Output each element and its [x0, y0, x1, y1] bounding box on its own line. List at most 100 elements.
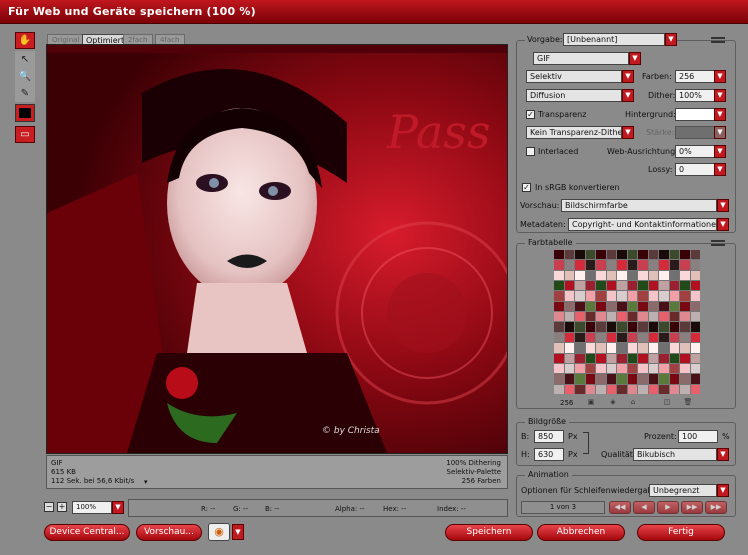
color-swatch[interactable]: [627, 301, 637, 312]
tab-original[interactable]: Original: [47, 34, 85, 44]
color-swatch[interactable]: [627, 270, 637, 281]
color-table-menu-icon[interactable]: [711, 240, 725, 246]
color-swatch[interactable]: [606, 260, 616, 270]
play-icon[interactable]: ▶: [657, 501, 679, 514]
color-swatch[interactable]: [617, 260, 627, 270]
color-swatch[interactable]: [596, 343, 606, 353]
color-swatch[interactable]: [617, 363, 627, 374]
device-central-button[interactable]: Device Central...: [44, 524, 130, 541]
color-swatch[interactable]: [596, 250, 606, 260]
color-swatch[interactable]: [596, 374, 606, 384]
color-swatch[interactable]: [564, 281, 574, 291]
color-swatch[interactable]: [690, 343, 700, 353]
color-swatch[interactable]: [564, 322, 574, 332]
lossy-field[interactable]: 0: [675, 163, 715, 176]
color-swatch[interactable]: [680, 281, 690, 291]
colors-dropdown-icon[interactable]: ▼: [714, 70, 726, 83]
color-swatch[interactable]: [659, 291, 669, 301]
color-swatch[interactable]: [585, 281, 595, 291]
color-swatch[interactable]: [554, 322, 564, 332]
height-field[interactable]: 630: [534, 448, 564, 461]
color-swatch[interactable]: [669, 291, 679, 301]
color-swatch[interactable]: [680, 384, 690, 394]
color-swatch[interactable]: [554, 281, 564, 291]
last-frame-icon[interactable]: ▶▶: [705, 501, 727, 514]
color-swatch[interactable]: [606, 363, 616, 374]
color-swatch[interactable]: [680, 291, 690, 301]
color-swatch[interactable]: [669, 260, 679, 270]
color-swatch[interactable]: [606, 291, 616, 301]
color-swatch[interactable]: [690, 281, 700, 291]
color-swatch[interactable]: [638, 374, 648, 384]
color-swatch[interactable]: [659, 343, 669, 353]
color-swatch[interactable]: [585, 291, 595, 301]
color-swatch[interactable]: [564, 250, 574, 260]
color-swatch[interactable]: [638, 291, 648, 301]
color-swatch[interactable]: [648, 322, 658, 332]
color-swatch[interactable]: [659, 322, 669, 332]
color-swatch[interactable]: [575, 353, 585, 363]
preview-button[interactable]: Vorschau...: [136, 524, 202, 541]
color-swatch[interactable]: [585, 312, 595, 322]
color-swatch[interactable]: [638, 260, 648, 270]
quality-dropdown-icon[interactable]: ▼: [717, 448, 729, 461]
eyedropper-tool-icon[interactable]: ✎: [15, 85, 35, 102]
color-swatch[interactable]: [596, 260, 606, 270]
color-swatch[interactable]: [648, 332, 658, 343]
lossy-dropdown-icon[interactable]: ▼: [714, 163, 726, 176]
color-swatch[interactable]: [690, 291, 700, 301]
color-swatch[interactable]: [648, 301, 658, 312]
preview-mode-select[interactable]: Bildschirmfarbe: [561, 199, 717, 212]
color-swatch[interactable]: [554, 363, 564, 374]
color-swatch[interactable]: [648, 343, 658, 353]
color-swatch[interactable]: [669, 332, 679, 343]
color-swatch[interactable]: [627, 384, 637, 394]
color-swatch[interactable]: [648, 250, 658, 260]
color-swatch[interactable]: [606, 353, 616, 363]
color-swatch[interactable]: [617, 322, 627, 332]
color-swatch[interactable]: [606, 384, 616, 394]
color-swatch[interactable]: [554, 260, 564, 270]
color-swatch[interactable]: [575, 250, 585, 260]
color-swatch[interactable]: [690, 332, 700, 343]
color-swatch[interactable]: [554, 291, 564, 301]
color-swatch[interactable]: [648, 260, 658, 270]
color-swatch[interactable]: [596, 322, 606, 332]
color-swatch[interactable]: [606, 312, 616, 322]
percent-field[interactable]: 100: [678, 430, 718, 443]
download-speed-menu-icon[interactable]: ▾: [144, 478, 148, 486]
color-swatch[interactable]: [680, 353, 690, 363]
color-swatch[interactable]: [564, 312, 574, 322]
color-swatch[interactable]: [690, 353, 700, 363]
title-bar[interactable]: Für Web und Geräte speichern (100 %): [0, 0, 748, 24]
color-swatch[interactable]: [659, 281, 669, 291]
color-swatch[interactable]: [596, 332, 606, 343]
color-swatch[interactable]: [638, 250, 648, 260]
color-swatch[interactable]: [596, 312, 606, 322]
color-swatch[interactable]: [680, 250, 690, 260]
color-swatch[interactable]: [554, 374, 564, 384]
color-swatch[interactable]: [617, 270, 627, 281]
color-swatch[interactable]: [617, 301, 627, 312]
color-swatch[interactable]: [575, 312, 585, 322]
matte-dropdown-icon[interactable]: ▼: [714, 108, 726, 121]
color-swatch[interactable]: [659, 353, 669, 363]
color-swatch[interactable]: [669, 374, 679, 384]
delete-color-icon[interactable]: 🗑: [683, 397, 693, 407]
browser-icon[interactable]: ◉: [208, 523, 230, 541]
color-swatch[interactable]: [659, 312, 669, 322]
color-swatch[interactable]: [690, 312, 700, 322]
color-swatch[interactable]: [638, 363, 648, 374]
color-swatch[interactable]: [617, 281, 627, 291]
color-swatch[interactable]: [596, 291, 606, 301]
previous-frame-icon[interactable]: ◀: [633, 501, 655, 514]
color-swatch[interactable]: [680, 260, 690, 270]
color-swatch[interactable]: [669, 384, 679, 394]
color-swatch[interactable]: [638, 343, 648, 353]
color-swatch[interactable]: [554, 250, 564, 260]
color-swatch[interactable]: [617, 250, 627, 260]
color-swatch[interactable]: [575, 281, 585, 291]
color-swatch[interactable]: [627, 332, 637, 343]
color-swatch[interactable]: [554, 384, 564, 394]
reduction-dropdown-icon[interactable]: ▼: [622, 70, 634, 83]
